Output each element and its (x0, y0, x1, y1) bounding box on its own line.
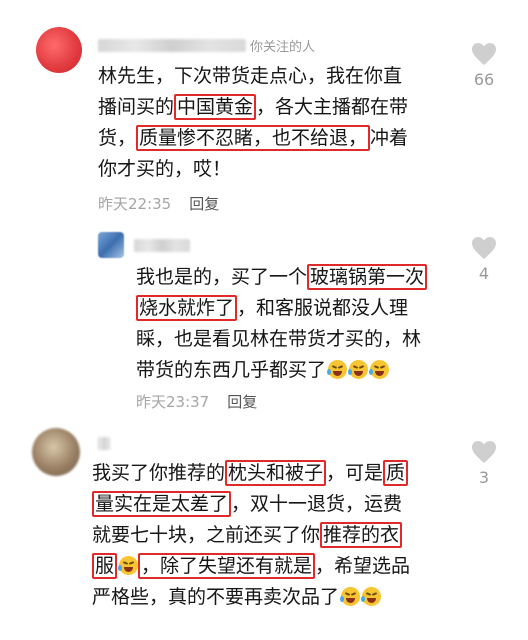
comment-text-segment: ，可是 (326, 462, 384, 484)
comment-text: 我也是的，买了一个 玻璃锅第一次 烧水就炸了 ，和客服说都没人理 睬，也是看见林在带货才… (136, 262, 428, 386)
comment-text-segment: ，和客服说都没人理 (237, 297, 409, 319)
comment-text-segment: 冲着 (370, 127, 409, 149)
comment-text-segment: 就要七十块，之前还买了你 (92, 524, 321, 546)
blurred-username (98, 437, 110, 450)
comment-text-segment: 你才买的，哎！ (98, 158, 232, 180)
highlighted-text: 推荐的衣 (320, 522, 403, 548)
username[interactable] (98, 436, 110, 451)
heart-icon (472, 43, 496, 65)
comment-text-segment: 林先生，下次带货走点心，我在你直 (98, 65, 403, 87)
timestamp: 昨天23:37 (136, 393, 210, 411)
comment-meta: 昨天22:35 回复 (98, 193, 219, 214)
like-count: 66 (473, 70, 495, 89)
comment-text-segment: 我买了你推荐的 (92, 462, 226, 484)
comment-line: 严格些，真的不要再卖次品了 (92, 582, 410, 613)
comment-meta: 昨天23:37 回复 (136, 391, 257, 412)
comment-text-segment: 我也是的，买了一个 (136, 266, 308, 288)
like-button[interactable]: 4 (464, 236, 504, 283)
comment-text-segment: 货， (98, 127, 137, 149)
like-count: 3 (478, 468, 490, 487)
comment-line: 睬，也是看见林在带货才买的，林 (136, 324, 427, 355)
highlighted-text: 玻璃锅第一次 (307, 264, 428, 290)
heart-icon (472, 237, 496, 259)
comment-text-segment: 带货的东西几乎都买了 (136, 359, 327, 381)
avatar[interactable] (32, 428, 80, 476)
highlighted-text: 质 (383, 460, 409, 486)
comment-text-segment: ，希望选品 (315, 555, 411, 577)
username[interactable]: 你关注的人 (98, 36, 315, 55)
comment-line: 播间买的 中国黄金 ，各大主播都在带 (98, 92, 408, 123)
comment-line: 林先生，下次带货走点心，我在你直 (98, 61, 408, 92)
comment-line: 烧水就炸了 ，和客服说都没人理 (136, 293, 427, 324)
comment-line: 就要七十块，之前还买了你 推荐的衣 (92, 520, 410, 551)
like-button[interactable]: 3 (464, 440, 504, 487)
avatar[interactable] (36, 27, 82, 73)
crying-emoji-icon (327, 360, 348, 379)
highlighted-text: 枕头和被子 (225, 460, 327, 486)
highlighted-text: 烧水就炸了 (136, 295, 238, 321)
crying-emoji-icon (348, 360, 369, 379)
highlighted-text: 中国黄金 (174, 94, 257, 120)
crying-emoji-icon (118, 556, 139, 575)
comment-line: 货， 质量惨不忍睹，也不给退， 冲着 (98, 123, 408, 154)
comment-text-segment: ，双十一退货，运费 (231, 493, 403, 515)
blurred-username (98, 39, 246, 52)
crying-emoji-icon (340, 587, 361, 606)
comment-text-segment: 严格些，真的不要再卖次品了 (92, 586, 340, 608)
comment-line: 你才买的，哎！ (98, 154, 408, 185)
comment-line: 我也是的，买了一个 玻璃锅第一次 (136, 262, 428, 293)
crying-emoji-icon (369, 360, 390, 379)
comment-text-segment: 播间买的 (98, 96, 175, 118)
highlighted-text: 量实在是太差了 (92, 491, 232, 517)
comment-line: 量实在是太差了 ，双十一退货，运费 (92, 489, 410, 520)
highlighted-text: 服 (92, 553, 118, 579)
comment-line: 我买了你推荐的 枕头和被子 ，可是质 (92, 458, 410, 489)
heart-icon (472, 441, 496, 463)
comment-line: 带货的东西几乎都买了 (136, 355, 427, 386)
comment-text-segment: 睬，也是看见林在带货才买的，林 (136, 328, 422, 350)
following-tag: 你关注的人 (250, 40, 316, 55)
blurred-username (134, 239, 190, 252)
comment-text: 林先生，下次带货走点心，我在你直 播间买的 中国黄金 ，各大主播都在带 货， 质量惨不忍睹… (98, 61, 408, 185)
timestamp: 昨天22:35 (98, 195, 172, 213)
crying-emoji-icon (361, 587, 382, 606)
like-count: 4 (478, 264, 490, 283)
highlighted-text: ，除了失望还有就是 (138, 553, 316, 579)
reply-button[interactable]: 回复 (227, 393, 257, 411)
highlighted-text: 质量惨不忍睹，也不给退， (136, 125, 371, 151)
avatar[interactable] (98, 232, 124, 258)
like-button[interactable]: 66 (464, 42, 504, 89)
username[interactable] (134, 238, 190, 253)
reply-button[interactable]: 回复 (189, 195, 219, 213)
comment-text: 我买了你推荐的 枕头和被子 ，可是质量实在是太差了 ，双十一退货，运费 就要七十块，之前… (92, 458, 410, 613)
comment-line: 服 ，除了失望还有就是 ，希望选品 (92, 551, 410, 582)
comment-text-segment: ，各大主播都在带 (256, 96, 409, 118)
